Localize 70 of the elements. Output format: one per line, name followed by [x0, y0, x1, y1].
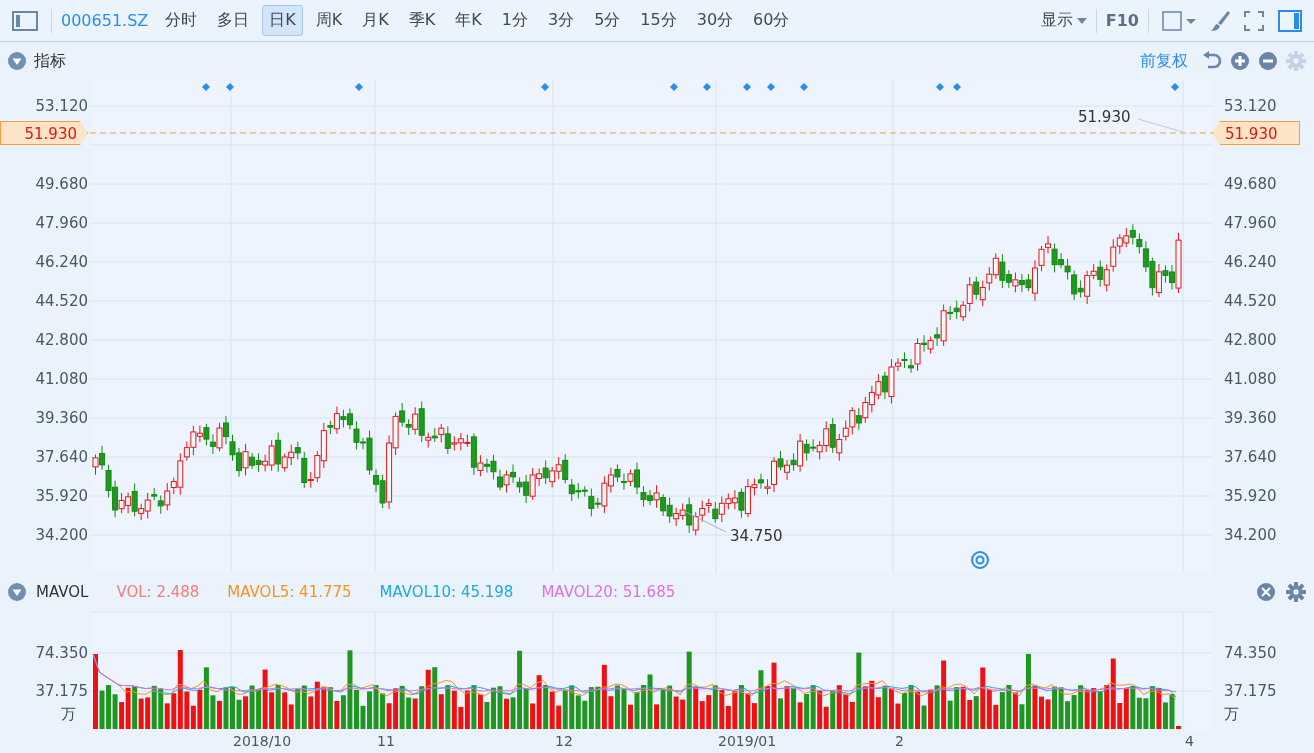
caret-icon	[1076, 17, 1087, 24]
price-axis-label: 49.680	[1224, 174, 1277, 194]
current-price-tag: 51.930	[1212, 121, 1300, 145]
period-tab[interactable]: 周K	[308, 5, 350, 36]
date-axis-label: 12	[555, 733, 573, 749]
period-tab[interactable]: 多日	[210, 5, 257, 36]
date-axis-label: 4	[1185, 733, 1194, 749]
price-axis-label: 53.120	[35, 96, 88, 116]
target-icon[interactable]	[971, 551, 989, 569]
volume-axis-label: 74.350	[1224, 643, 1277, 663]
price-axis-label: 39.360	[35, 408, 88, 428]
leader-line	[685, 511, 727, 533]
collapse-icon[interactable]	[8, 52, 26, 70]
price-axis-label: 37.640	[35, 447, 88, 467]
period-tab[interactable]: 60分	[746, 5, 797, 36]
date-axis-label: 2019/01	[718, 733, 777, 749]
volume-unit-label: 万	[1224, 705, 1239, 724]
period-tab[interactable]: 1分	[494, 5, 535, 36]
leader-line	[1137, 118, 1184, 133]
price-axis-label: 42.800	[1224, 330, 1277, 350]
volume-legend-label: VOL: 2.488	[116, 583, 200, 601]
price-axis-label: 35.920	[35, 486, 88, 506]
period-tab[interactable]: 日K	[262, 5, 303, 36]
indicator-title: 指标	[34, 50, 66, 72]
price-axis-label: 41.080	[35, 369, 88, 389]
price-axis-label: 44.520	[35, 291, 88, 311]
date-axis-label: 2	[895, 733, 904, 749]
date-axis-label: 11	[377, 733, 395, 749]
volume-legend-label: MAVOL10: 45.198	[379, 583, 514, 601]
close-icon[interactable]	[1256, 582, 1276, 602]
f10-button[interactable]: F10	[1105, 11, 1139, 30]
volume-unit-label: 万	[61, 705, 76, 724]
volume-axis-label: 37.175	[35, 681, 88, 701]
zoom-out-icon[interactable]	[1258, 51, 1278, 71]
volume-legend-label: MAVOL5: 41.775	[227, 583, 352, 601]
price-axis-label: 53.120	[1224, 96, 1277, 116]
period-tab[interactable]: 年K	[448, 5, 489, 36]
settings-icon[interactable]	[1286, 582, 1306, 602]
price-axis-label: 44.520	[1224, 291, 1277, 311]
price-axis-label: 46.240	[1224, 252, 1277, 272]
volume-legend-label: MAVOL20: 51.685	[541, 583, 676, 601]
price-axis-label: 34.200	[1224, 525, 1277, 545]
display-menu[interactable]: 显示	[1040, 10, 1087, 31]
price-axis-label: 49.680	[35, 174, 88, 194]
undo-icon[interactable]	[1202, 51, 1222, 71]
price-axis-label: 41.080	[1224, 369, 1277, 389]
price-axis-label: 47.960	[35, 213, 88, 233]
volume-axis-label: 74.350	[35, 643, 88, 663]
date-axis-label: 2018/10	[233, 733, 292, 749]
price-axis-label: 39.360	[1224, 408, 1277, 428]
period-tab[interactable]: 分时	[158, 5, 205, 36]
price-axis-label: 47.960	[1224, 213, 1277, 233]
current-price-tag: 51.930	[0, 121, 88, 145]
period-tab[interactable]: 15分	[633, 5, 684, 36]
period-tab[interactable]: 月K	[355, 5, 396, 36]
collapse-icon[interactable]	[8, 583, 26, 601]
price-axis-label: 46.240	[35, 252, 88, 272]
price-axis-label: 35.920	[1224, 486, 1277, 506]
high-price-annotation: 51.930	[1078, 108, 1131, 126]
period-tab[interactable]: 5分	[587, 5, 628, 36]
period-tab[interactable]: 3分	[540, 5, 582, 36]
period-tab[interactable]: 季K	[401, 5, 443, 36]
volume-axis-label: 37.175	[1224, 681, 1277, 701]
low-price-annotation: 34.750	[730, 527, 783, 545]
price-axis-label: 34.200	[35, 525, 88, 545]
price-axis-label: 37.640	[1224, 447, 1277, 467]
zoom-in-icon[interactable]	[1230, 51, 1250, 71]
price-axis-label: 42.800	[35, 330, 88, 350]
volume-indicator-title: MAVOL	[36, 583, 89, 601]
period-tab[interactable]: 30分	[689, 5, 741, 36]
